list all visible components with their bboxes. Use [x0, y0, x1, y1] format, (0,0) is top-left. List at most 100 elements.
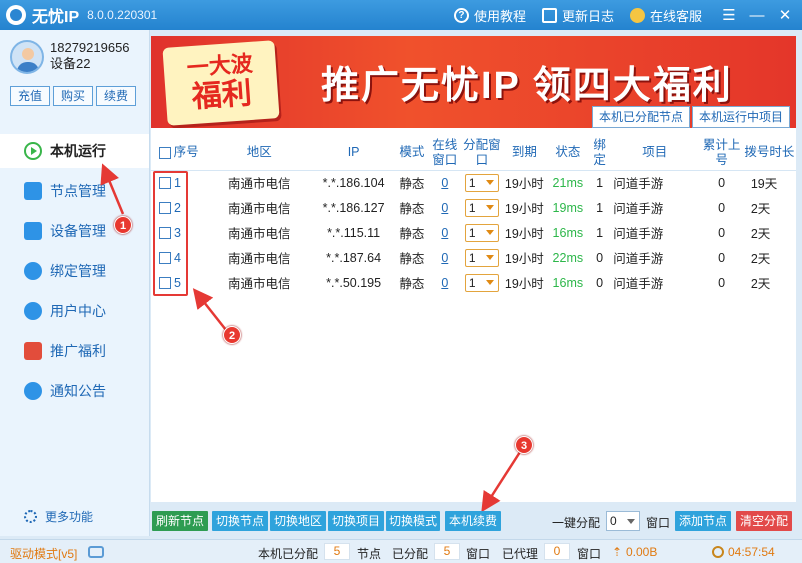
sidebar-item-label: 推广福利 — [50, 343, 106, 359]
cell-status: 19ms — [552, 200, 584, 215]
support-button[interactable]: 在线客服 — [629, 6, 702, 25]
avatar[interactable] — [10, 40, 44, 74]
annotation-box-row-numbers — [153, 171, 188, 296]
monitor-icon — [24, 222, 42, 240]
assigned-count: 5 — [324, 543, 350, 560]
action-bar: 刷新节点 切换节点 切换地区 切换项目 切换模式 本机续费 一键分配 0 窗口 … — [151, 508, 796, 534]
tutorial-label: 使用教程 — [473, 8, 526, 24]
more-features-label: 更多功能 — [45, 510, 94, 524]
clock-icon — [712, 546, 724, 558]
banner-badge: 一大波 福利 — [162, 40, 280, 126]
online-window-link[interactable]: 0 — [441, 226, 448, 240]
renew-local-button[interactable]: 本机续费 — [445, 511, 501, 531]
table-row[interactable]: 4 南通市电信 *.*.187.64 静态 0 1 19小时 22ms 0 问道… — [151, 245, 796, 270]
assign-window-select[interactable]: 1 — [464, 173, 499, 192]
cell-assign: 1 — [461, 270, 503, 295]
sidebar-item-label: 节点管理 — [50, 183, 106, 199]
assign-value: 1 — [468, 175, 476, 190]
cell-ip: *.*.115.11 — [327, 225, 381, 240]
col-bind: 绑定 — [590, 136, 610, 171]
buy-button[interactable]: 购买 — [53, 86, 93, 106]
cell-assign: 1 — [461, 170, 503, 195]
cell-ip: *.*.50.195 — [326, 275, 382, 290]
changelog-button[interactable]: 更新日志 — [541, 6, 614, 25]
switch-mode-button[interactable]: 切换模式 — [386, 511, 440, 531]
more-features-button[interactable]: 更多功能 — [24, 508, 93, 525]
cell-online: 0 — [429, 270, 461, 295]
proxied-count: 0 — [544, 543, 570, 560]
col-no: 序号 — [151, 136, 207, 171]
support-label: 在线客服 — [649, 8, 702, 24]
col-ip: IP — [312, 136, 395, 171]
minimize-icon[interactable]: — — [746, 7, 768, 24]
sidebar-item-promotion[interactable]: 推广福利 — [0, 334, 149, 368]
table-row[interactable]: 3 南通市电信 *.*.115.11 静态 0 1 19小时 16ms 1 问道… — [151, 220, 796, 245]
table-row[interactable]: 5 南通市电信 *.*.50.195 静态 0 1 19小时 16ms 0 问道… — [151, 270, 796, 295]
switch-region-button[interactable]: 切换地区 — [270, 511, 326, 531]
tab-assigned-nodes[interactable]: 本机已分配节点 — [591, 106, 690, 128]
switch-driver-icon[interactable] — [88, 546, 104, 558]
clear-assignment-button[interactable]: 清空分配 — [736, 511, 792, 531]
traffic-value: 0.00B — [626, 545, 658, 559]
sidebar-item-label: 设备管理 — [50, 223, 106, 239]
assign-window-select[interactable]: 1 — [464, 223, 499, 242]
cell-bind: 1 — [596, 225, 604, 240]
col-mode: 模式 — [394, 136, 429, 171]
tutorial-button[interactable]: ? 使用教程 — [453, 6, 526, 25]
cell-duration: 2天 — [750, 252, 771, 266]
table-row[interactable]: 1 南通市电信 *.*.186.104 静态 0 1 19小时 21ms 1 问… — [151, 170, 796, 195]
one-click-assign-label: 一键分配 — [552, 516, 601, 530]
sidebar-item-nodes[interactable]: 节点管理 — [0, 174, 149, 208]
cell-online: 0 — [429, 195, 461, 220]
one-click-assign-select[interactable]: 0 — [606, 511, 640, 531]
cell-mode: 静态 — [399, 252, 425, 266]
cell-bind: 0 — [596, 275, 604, 290]
sidebar-item-notices[interactable]: 通知公告 — [0, 374, 149, 408]
online-window-link[interactable]: 0 — [441, 201, 448, 215]
close-icon[interactable]: ✕ — [774, 6, 796, 24]
switch-node-button[interactable]: 切换节点 — [212, 511, 268, 531]
assign-value: 1 — [468, 275, 476, 290]
header-label: 序号 — [173, 145, 199, 160]
add-node-button[interactable]: 添加节点 — [675, 511, 731, 531]
cell-bind: 0 — [596, 250, 604, 265]
online-window-link[interactable]: 0 — [441, 276, 448, 290]
online-window-link[interactable]: 0 — [441, 176, 448, 190]
renew-account-button[interactable]: 续费 — [96, 86, 136, 106]
assign-window-select[interactable]: 1 — [464, 248, 499, 267]
cell-project: 问道手游 — [613, 277, 664, 291]
cell-online: 0 — [429, 170, 461, 195]
cell-expire: 19小时 — [504, 227, 544, 241]
cell-mode: 静态 — [399, 177, 425, 192]
col-expire: 到期 — [503, 136, 546, 171]
cell-total: 0 — [718, 275, 726, 290]
chevron-down-icon — [485, 180, 494, 186]
sidebar-item-user-center[interactable]: 用户中心 — [0, 294, 149, 328]
cell-region: 南通市电信 — [227, 277, 291, 291]
sidebar-item-local-run[interactable]: 本机运行 — [0, 134, 149, 168]
select-all-checkbox[interactable] — [158, 146, 171, 159]
assign-window-select[interactable]: 1 — [464, 273, 499, 292]
col-project: 项目 — [609, 136, 701, 171]
proxied-label: 已代理 — [502, 547, 539, 561]
refresh-nodes-button[interactable]: 刷新节点 — [152, 511, 208, 531]
help-icon: ? — [453, 7, 469, 23]
cell-region: 南通市电信 — [227, 252, 291, 266]
sidebar-item-label: 通知公告 — [50, 383, 106, 399]
recharge-button[interactable]: 充值 — [10, 86, 50, 106]
tab-running-projects[interactable]: 本机运行中项目 — [691, 106, 790, 128]
gift-icon — [24, 342, 42, 360]
table-row[interactable]: 2 南通市电信 *.*.186.127 静态 0 1 19小时 19ms 1 问… — [151, 195, 796, 220]
allocated-count: 5 — [434, 543, 460, 560]
promo-banner[interactable]: 一大波 福利 推广无忧IP 领四大福利 本机已分配节点 本机运行中项目 — [151, 36, 796, 128]
driver-mode[interactable]: 驱动模式[v5] — [10, 545, 77, 562]
switch-project-button[interactable]: 切换项目 — [328, 511, 384, 531]
document-icon — [541, 7, 557, 23]
assign-window-select[interactable]: 1 — [464, 198, 499, 217]
node-tree-icon — [24, 182, 42, 200]
col-status: 状态 — [545, 136, 591, 171]
menu-icon[interactable]: ☰ — [718, 6, 740, 24]
sidebar-item-binding[interactable]: 绑定管理 — [0, 254, 149, 288]
banner-badge-line2: 福利 — [190, 76, 253, 115]
online-window-link[interactable]: 0 — [441, 251, 448, 265]
